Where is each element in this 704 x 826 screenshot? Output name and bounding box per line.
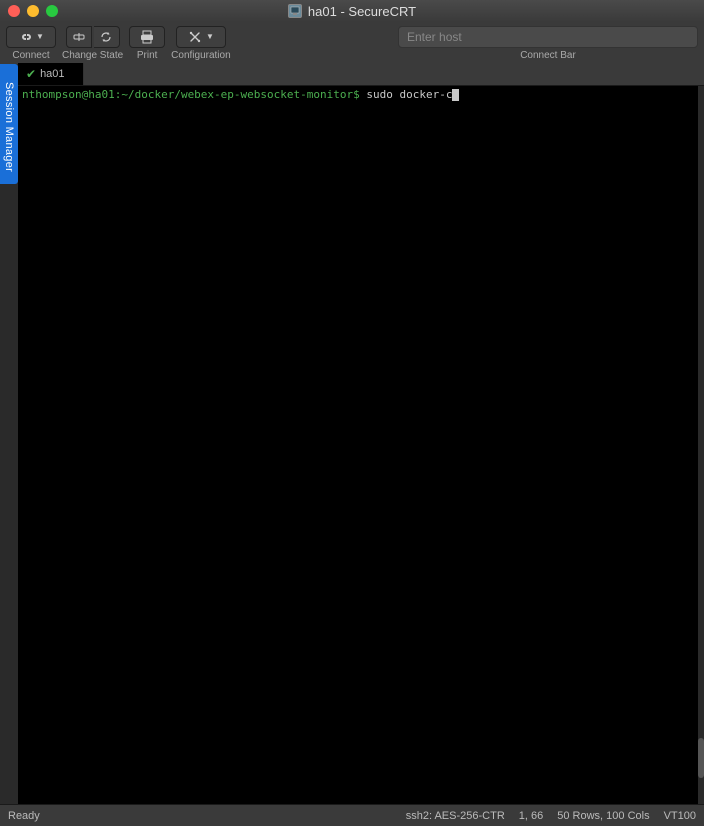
titlebar: ha01 - SecureCRT: [0, 0, 704, 22]
link-icon: [18, 30, 34, 44]
connect-label: Connect: [12, 50, 49, 61]
config-group: ▼ Configuration: [171, 26, 230, 61]
minimize-window-button[interactable]: [27, 5, 39, 17]
change-state-group: Change State: [62, 26, 123, 61]
session-tab-ha01[interactable]: ✔ ha01: [18, 63, 84, 85]
connect-bar-area: Connect Bar: [398, 26, 698, 61]
printer-icon: [139, 30, 155, 44]
unplug-icon: [72, 30, 86, 44]
status-cursor-position: 1, 66: [519, 810, 543, 822]
dropdown-caret-icon: ▼: [36, 32, 44, 41]
connect-bar-label: Connect Bar: [520, 50, 576, 61]
reconnect-button[interactable]: [94, 26, 120, 48]
configuration-button[interactable]: ▼: [176, 26, 226, 48]
terminal-viewport[interactable]: nthompson@ha01:~/docker/webex-ep-websock…: [18, 86, 698, 804]
tools-icon: [188, 30, 204, 44]
print-label: Print: [137, 50, 158, 61]
terminal-cursor: [452, 89, 459, 101]
status-dimensions: 50 Rows, 100 Cols: [557, 810, 649, 822]
config-label: Configuration: [171, 50, 230, 61]
terminal-content: nthompson@ha01:~/docker/webex-ep-websock…: [22, 88, 694, 101]
maximize-window-button[interactable]: [46, 5, 58, 17]
window-title: ha01 - SecureCRT: [308, 4, 416, 19]
tab-label: ha01: [40, 68, 64, 80]
window-controls: [8, 5, 58, 17]
print-button[interactable]: [129, 26, 165, 48]
session-manager-panel-tab[interactable]: Session Manager: [0, 64, 18, 184]
refresh-icon: [99, 30, 113, 44]
terminal-prompt: nthompson@ha01:~/docker/webex-ep-websock…: [22, 88, 360, 101]
status-right: ssh2: AES-256-CTR 1, 66 50 Rows, 100 Col…: [406, 810, 696, 822]
change-state-label: Change State: [62, 50, 123, 61]
status-ready: Ready: [8, 810, 406, 822]
host-input[interactable]: [398, 26, 698, 48]
connected-check-icon: ✔: [26, 67, 36, 81]
print-group: Print: [129, 26, 165, 61]
dropdown-caret-icon: ▼: [206, 32, 214, 41]
app-icon: [288, 4, 302, 18]
status-bar: Ready ssh2: AES-256-CTR 1, 66 50 Rows, 1…: [0, 804, 704, 826]
terminal-command: sudo docker-c: [360, 88, 453, 101]
main-area: Session Manager ✔ ha01 nthompson@ha01:~/…: [0, 64, 704, 804]
scroll-thumb[interactable]: [698, 738, 704, 778]
toolbar: ▼ Connect Change State Print ▼: [0, 22, 704, 64]
vertical-scrollbar[interactable]: [698, 128, 704, 782]
status-term-type: VT100: [664, 810, 696, 822]
window-title-area: ha01 - SecureCRT: [0, 4, 704, 19]
disconnect-button[interactable]: [66, 26, 92, 48]
close-window-button[interactable]: [8, 5, 20, 17]
connect-button[interactable]: ▼: [6, 26, 56, 48]
status-protocol: ssh2: AES-256-CTR: [406, 810, 505, 822]
connect-group: ▼ Connect: [6, 26, 56, 61]
tab-bar: ✔ ha01: [18, 64, 704, 86]
